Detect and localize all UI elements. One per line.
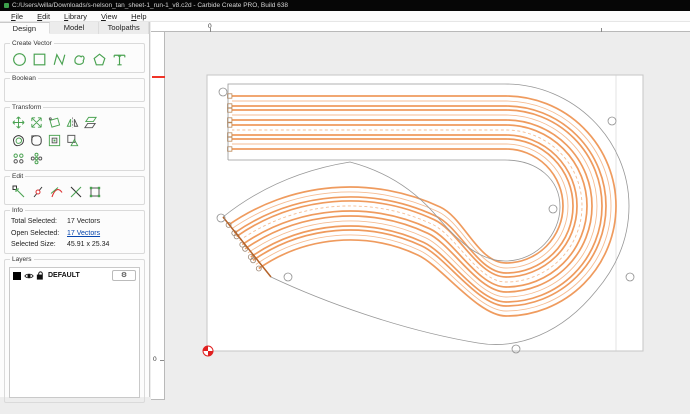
edit-title: Edit <box>10 173 26 180</box>
create-vector-panel: Create Vector <box>4 40 145 73</box>
trim-vectors-tool-icon[interactable] <box>68 184 84 200</box>
menu-library[interactable]: Library <box>57 12 94 21</box>
menu-view[interactable]: View <box>94 12 124 21</box>
menu-bar: File Edit Library View Help <box>0 11 690 22</box>
menu-edit[interactable]: Edit <box>30 12 57 21</box>
tab-toolpaths[interactable]: Toolpaths <box>99 22 150 34</box>
mirror-tool-icon[interactable] <box>65 115 80 130</box>
design-svg[interactable] <box>150 22 690 414</box>
align-tool-icon[interactable] <box>47 133 62 148</box>
edit-polyline-tool-icon[interactable] <box>87 184 103 200</box>
text-tool-icon[interactable] <box>111 51 128 68</box>
edit-panel: Edit <box>4 173 145 205</box>
menu-help[interactable]: Help <box>124 12 153 21</box>
total-selected-value: 17 Vectors <box>67 218 101 225</box>
fillet-tool-icon[interactable] <box>29 133 44 148</box>
tab-design[interactable]: Design <box>0 22 50 34</box>
layer-color-swatch[interactable] <box>13 271 21 280</box>
total-selected-label: Total Selected: <box>11 218 57 225</box>
tab-model[interactable]: Model <box>49 22 100 34</box>
node-edit-tool-icon[interactable] <box>30 184 46 200</box>
trim-shapes-tool-icon[interactable] <box>65 133 80 148</box>
boolean-title: Boolean <box>10 75 38 82</box>
design-sidebar: Create Vector Boolean Transform Edit Inf… <box>0 34 150 403</box>
transform-panel: Transform <box>4 104 145 171</box>
title-bar: C:/Users/willa/Downloads/s-nelson_tan_sh… <box>0 0 690 11</box>
window-title: C:/Users/willa/Downloads/s-nelson_tan_sh… <box>12 2 289 9</box>
transform-title: Transform <box>10 104 44 111</box>
boolean-panel: Boolean <box>4 75 145 102</box>
menu-file[interactable]: File <box>4 12 30 21</box>
layers-title: Layers <box>10 256 34 263</box>
origin-marker[interactable] <box>202 345 214 357</box>
circle-tool-icon[interactable] <box>11 51 28 68</box>
layer-lock-icon[interactable] <box>36 271 45 280</box>
layer-settings-gear-button[interactable]: ⚙ <box>112 270 136 281</box>
linear-array-tool-icon[interactable] <box>11 151 26 166</box>
rotate-tool-icon[interactable] <box>47 115 62 130</box>
layer-visibility-eye-icon[interactable] <box>24 272 34 280</box>
info-title: Info <box>10 207 25 214</box>
layers-panel: Layers DEFAULT ⚙ <box>4 256 145 403</box>
info-total-selected: Total Selected: 17 Vectors <box>11 218 139 225</box>
layer-name: DEFAULT <box>48 272 80 279</box>
polygon-tool-icon[interactable] <box>91 51 108 68</box>
design-canvas-area: 0 0 <box>150 22 690 414</box>
open-selected-label: Open Selected: <box>11 229 60 237</box>
layers-list: DEFAULT ⚙ <box>9 267 140 398</box>
info-panel: Info Total Selected: 17 Vectors Open Sel… <box>4 207 145 254</box>
curve-tool-icon[interactable] <box>71 51 88 68</box>
offset-tool-icon[interactable] <box>11 133 26 148</box>
open-selected-link[interactable]: 17 Vectors <box>67 230 100 237</box>
selected-size-label: Selected Size: <box>11 241 56 248</box>
layer-row-default[interactable]: DEFAULT ⚙ <box>10 268 139 283</box>
select-tool-icon[interactable] <box>11 184 27 200</box>
shear-tool-icon[interactable] <box>83 115 98 130</box>
scale-tool-icon[interactable] <box>29 115 44 130</box>
info-selected-size: Selected Size: 45.91 x 25.34 <box>11 241 139 248</box>
circular-array-tool-icon[interactable] <box>29 151 44 166</box>
selected-size-value: 45.91 x 25.34 <box>67 241 110 248</box>
polyline-tool-icon[interactable] <box>51 51 68 68</box>
tab-row: Design Model Toolpaths <box>0 22 150 34</box>
app-logo-icon <box>4 3 9 8</box>
move-tool-icon[interactable] <box>11 115 26 130</box>
create-vector-title: Create Vector <box>10 40 54 47</box>
rectangle-tool-icon[interactable] <box>31 51 48 68</box>
curve-edit-tool-icon[interactable] <box>49 184 65 200</box>
info-open-selected: Open Selected: 17 Vectors <box>11 230 139 237</box>
